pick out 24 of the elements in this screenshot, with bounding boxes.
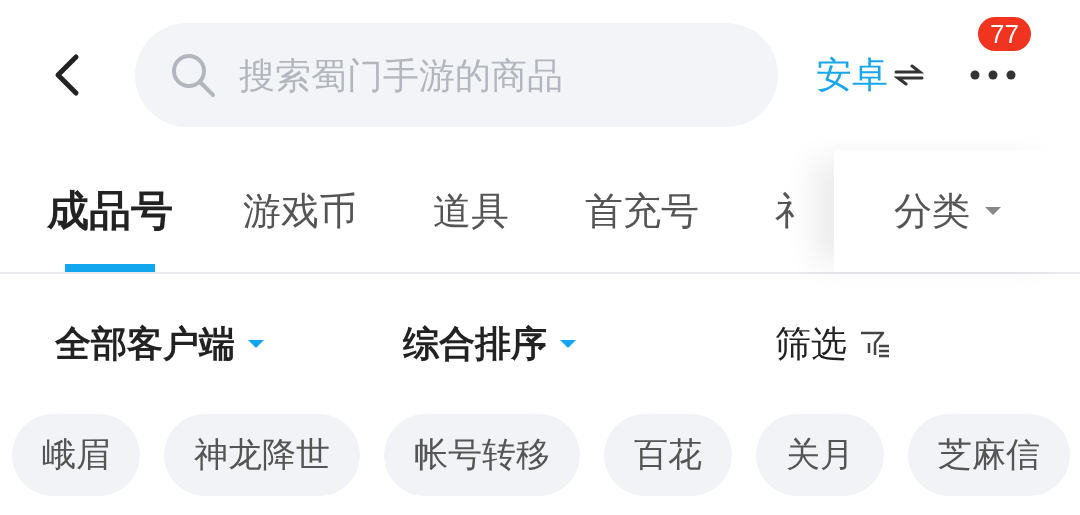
notification-badge: 77: [978, 17, 1031, 51]
swap-icon: [894, 64, 924, 86]
category-dropdown[interactable]: 分类: [834, 150, 1080, 272]
tag-chip[interactable]: 关月: [756, 414, 884, 496]
sort-dropdown[interactable]: 综合排序: [403, 319, 577, 369]
category-tab[interactable]: 礻: [775, 150, 813, 272]
caret-icon: [559, 339, 577, 349]
category-tab[interactable]: 游戏币: [243, 150, 357, 272]
tag-chip[interactable]: 百花: [604, 414, 732, 496]
tag-chip[interactable]: 芝麻信: [908, 414, 1070, 496]
caret-icon: [984, 206, 1002, 216]
tag-chip[interactable]: 帐号转移: [384, 414, 580, 496]
filter-button[interactable]: 筛选: [775, 319, 893, 369]
category-tab[interactable]: 道具: [433, 150, 509, 272]
tag-chip[interactable]: 神龙降世: [164, 414, 360, 496]
category-tab[interactable]: 成品号: [47, 150, 173, 272]
category-tab[interactable]: 首充号: [585, 150, 699, 272]
more-icon: [970, 70, 1016, 80]
caret-icon: [247, 339, 265, 349]
search-bar[interactable]: 搜索蜀门手游的商品: [135, 23, 778, 127]
sort-dropdown[interactable]: 全部客户端: [55, 319, 265, 369]
search-icon: [169, 51, 217, 99]
search-field[interactable]: 搜索蜀门手游的商品: [237, 53, 761, 97]
tag-chip[interactable]: 峨眉: [12, 414, 140, 496]
